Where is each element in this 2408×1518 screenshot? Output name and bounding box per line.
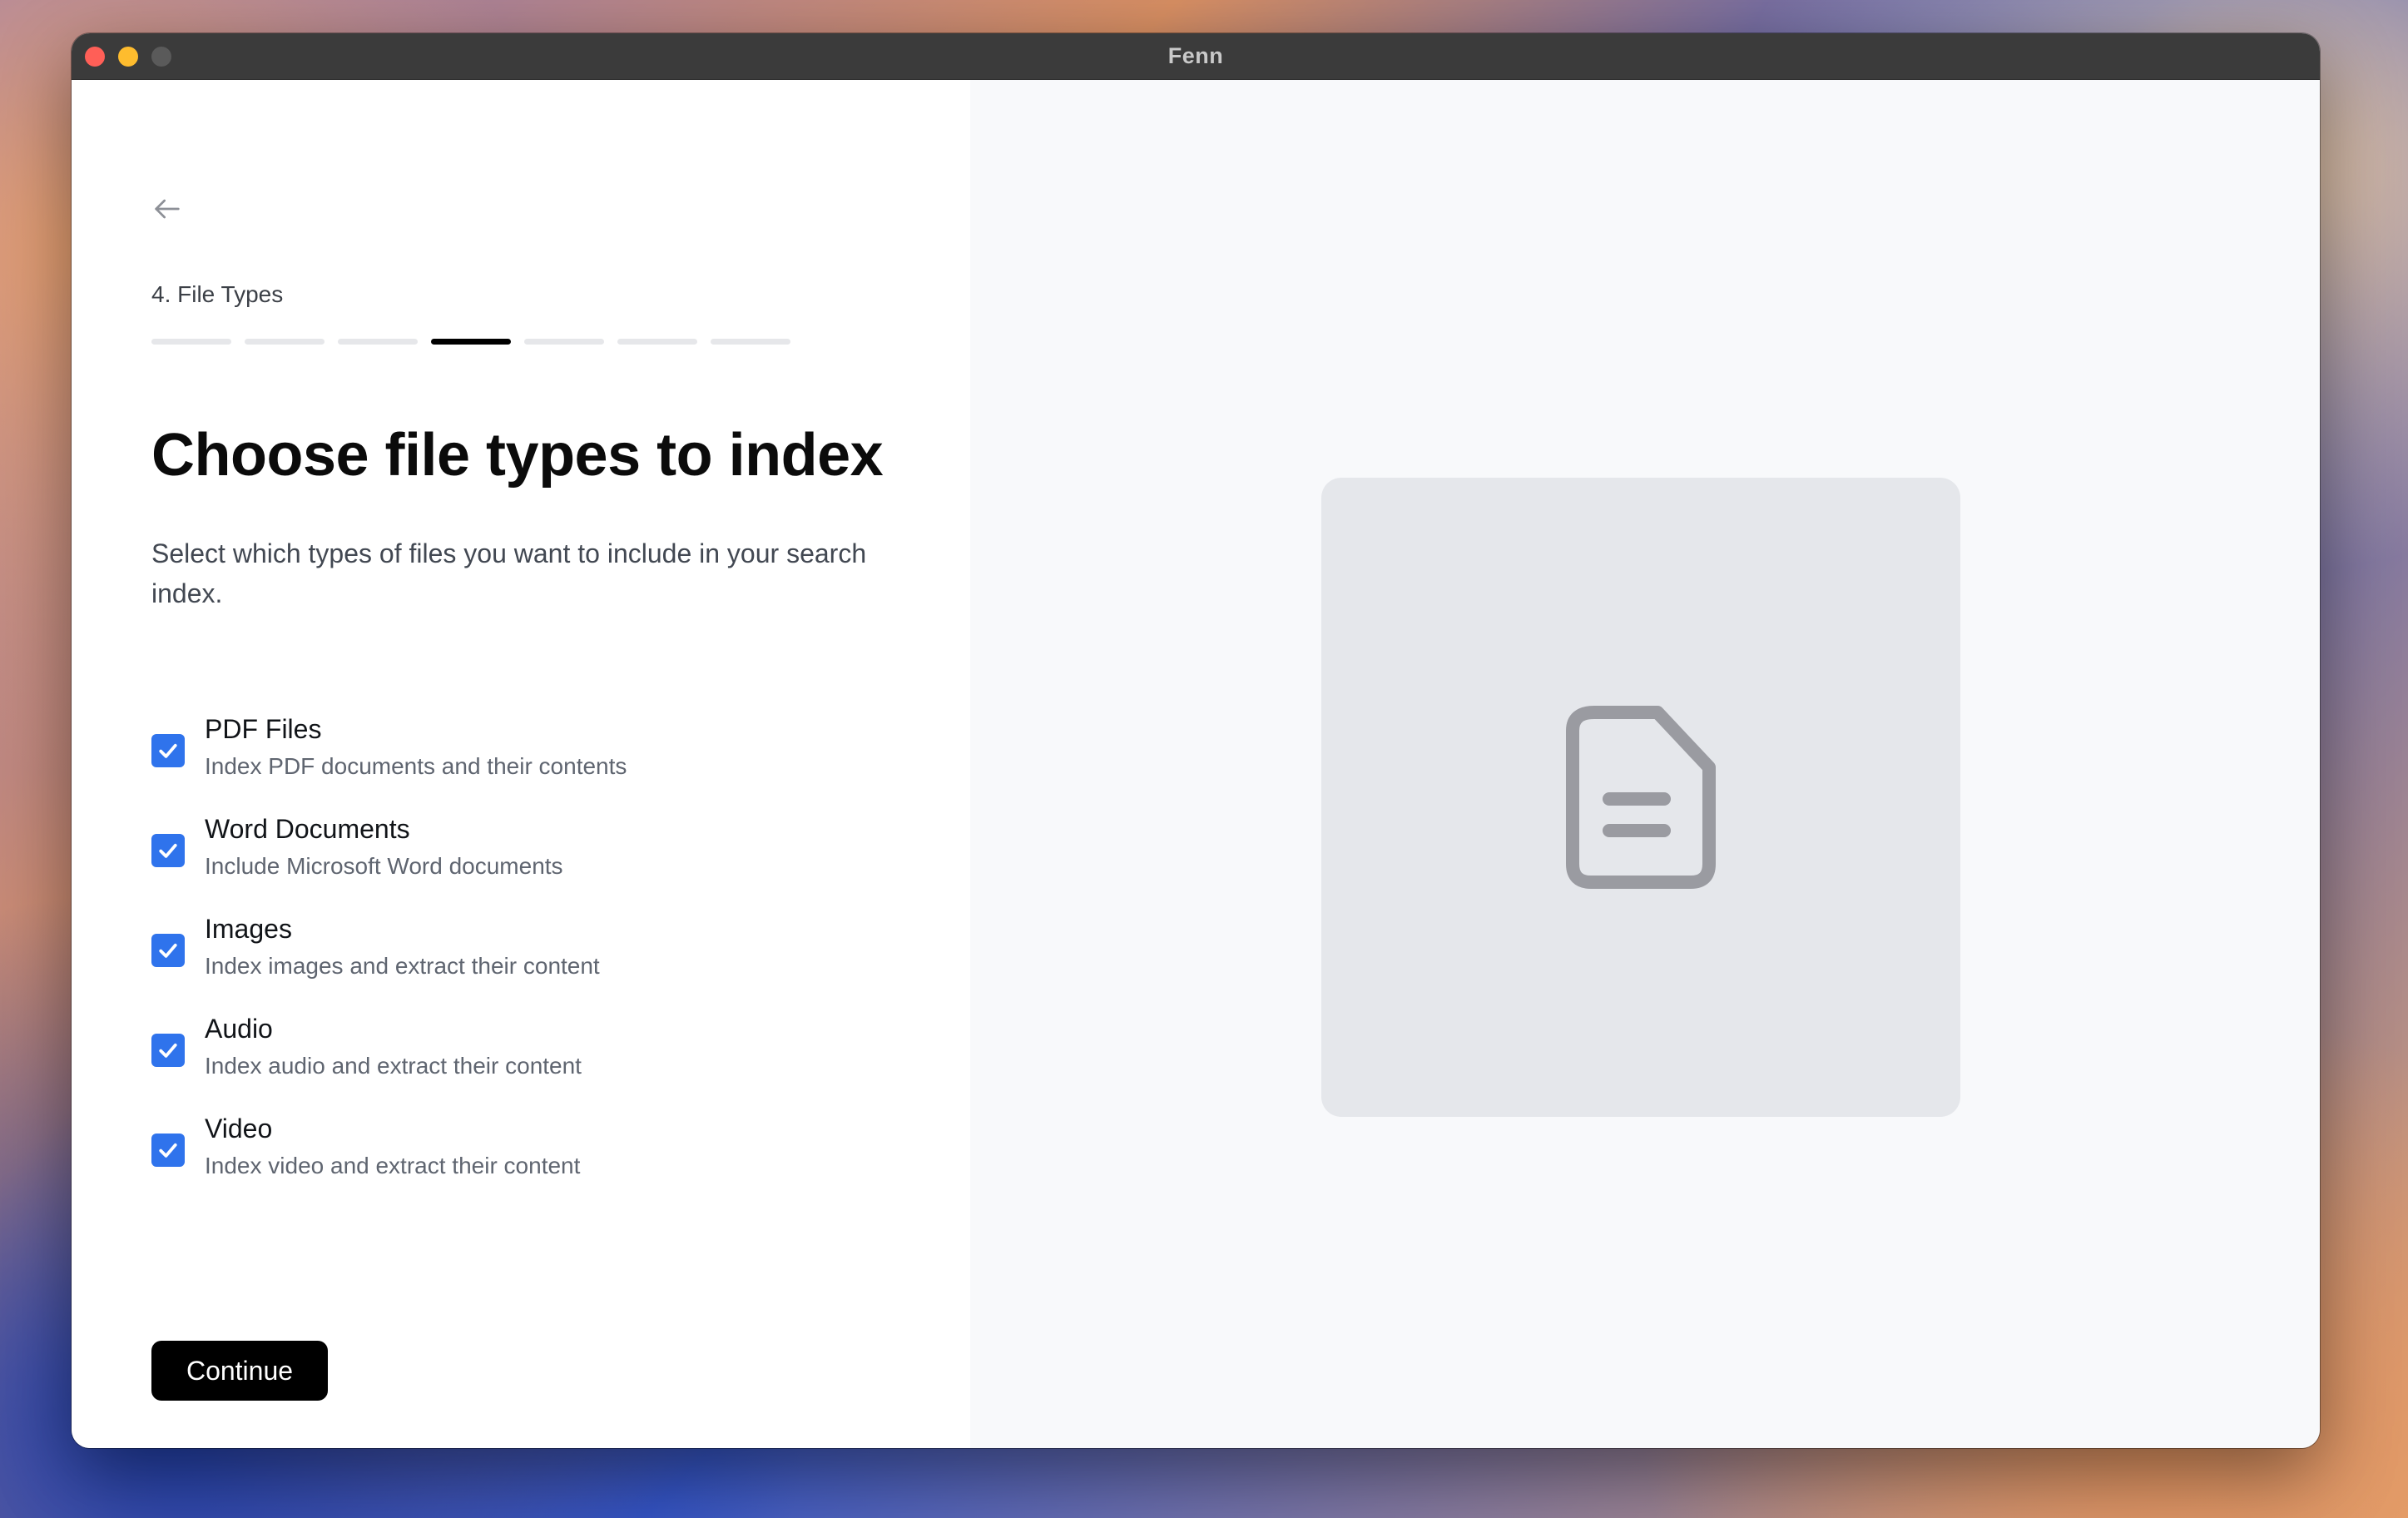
minimize-window-button[interactable] <box>118 47 138 67</box>
audio-checkbox[interactable] <box>151 1034 185 1067</box>
title-bar: Fenn <box>72 33 2320 80</box>
app-window: Fenn 4. File Types Choose file types to … <box>72 33 2320 1448</box>
option-description: Index images and extract their content <box>205 953 600 979</box>
arrow-left-icon <box>155 199 180 219</box>
option-title: PDF Files <box>205 714 322 744</box>
onboarding-content: 4. File Types Choose file types to index… <box>72 80 2320 1448</box>
onboarding-panel: 4. File Types Choose file types to index… <box>72 80 970 1448</box>
checkmark-icon <box>159 743 177 758</box>
preview-card <box>1321 478 1960 1117</box>
document-icon <box>1566 706 1716 889</box>
checkmark-icon <box>159 1043 177 1058</box>
word-documents-checkbox[interactable] <box>151 834 185 867</box>
checkmark-icon <box>159 843 177 858</box>
preview-panel <box>970 80 2320 1448</box>
step-progress <box>151 339 790 345</box>
progress-segment <box>245 339 325 345</box>
window-title: Fenn <box>1167 43 1224 68</box>
progress-segment <box>617 339 697 345</box>
progress-segment <box>524 339 604 345</box>
option-description: Index PDF documents and their contents <box>205 753 627 779</box>
images-checkbox[interactable] <box>151 934 185 967</box>
progress-segment <box>338 339 418 345</box>
option-title: Audio <box>205 1014 273 1044</box>
option-description: Index video and extract their content <box>205 1153 581 1178</box>
option-title: Images <box>205 914 292 944</box>
progress-segment <box>431 339 511 345</box>
option-description: Index audio and extract their content <box>205 1053 582 1079</box>
page-subtitle: Select which types of files you want to … <box>151 538 867 608</box>
pdf-files-checkbox[interactable] <box>151 734 185 767</box>
progress-segment <box>151 339 231 345</box>
step-label: 4. File Types <box>151 281 284 307</box>
option-title: Video <box>205 1114 273 1143</box>
option-description: Include Microsoft Word documents <box>205 853 563 879</box>
maximize-window-button[interactable] <box>151 47 171 67</box>
back-button[interactable] <box>146 188 188 230</box>
window-controls <box>85 47 171 67</box>
checkmark-icon <box>159 1143 177 1158</box>
video-checkbox[interactable] <box>151 1134 185 1167</box>
close-window-button[interactable] <box>85 47 105 67</box>
checkmark-icon <box>159 943 177 958</box>
continue-button[interactable]: Continue <box>151 1341 328 1401</box>
page-title: Choose file types to index <box>151 422 884 489</box>
option-title: Word Documents <box>205 814 410 844</box>
progress-segment <box>711 339 790 345</box>
